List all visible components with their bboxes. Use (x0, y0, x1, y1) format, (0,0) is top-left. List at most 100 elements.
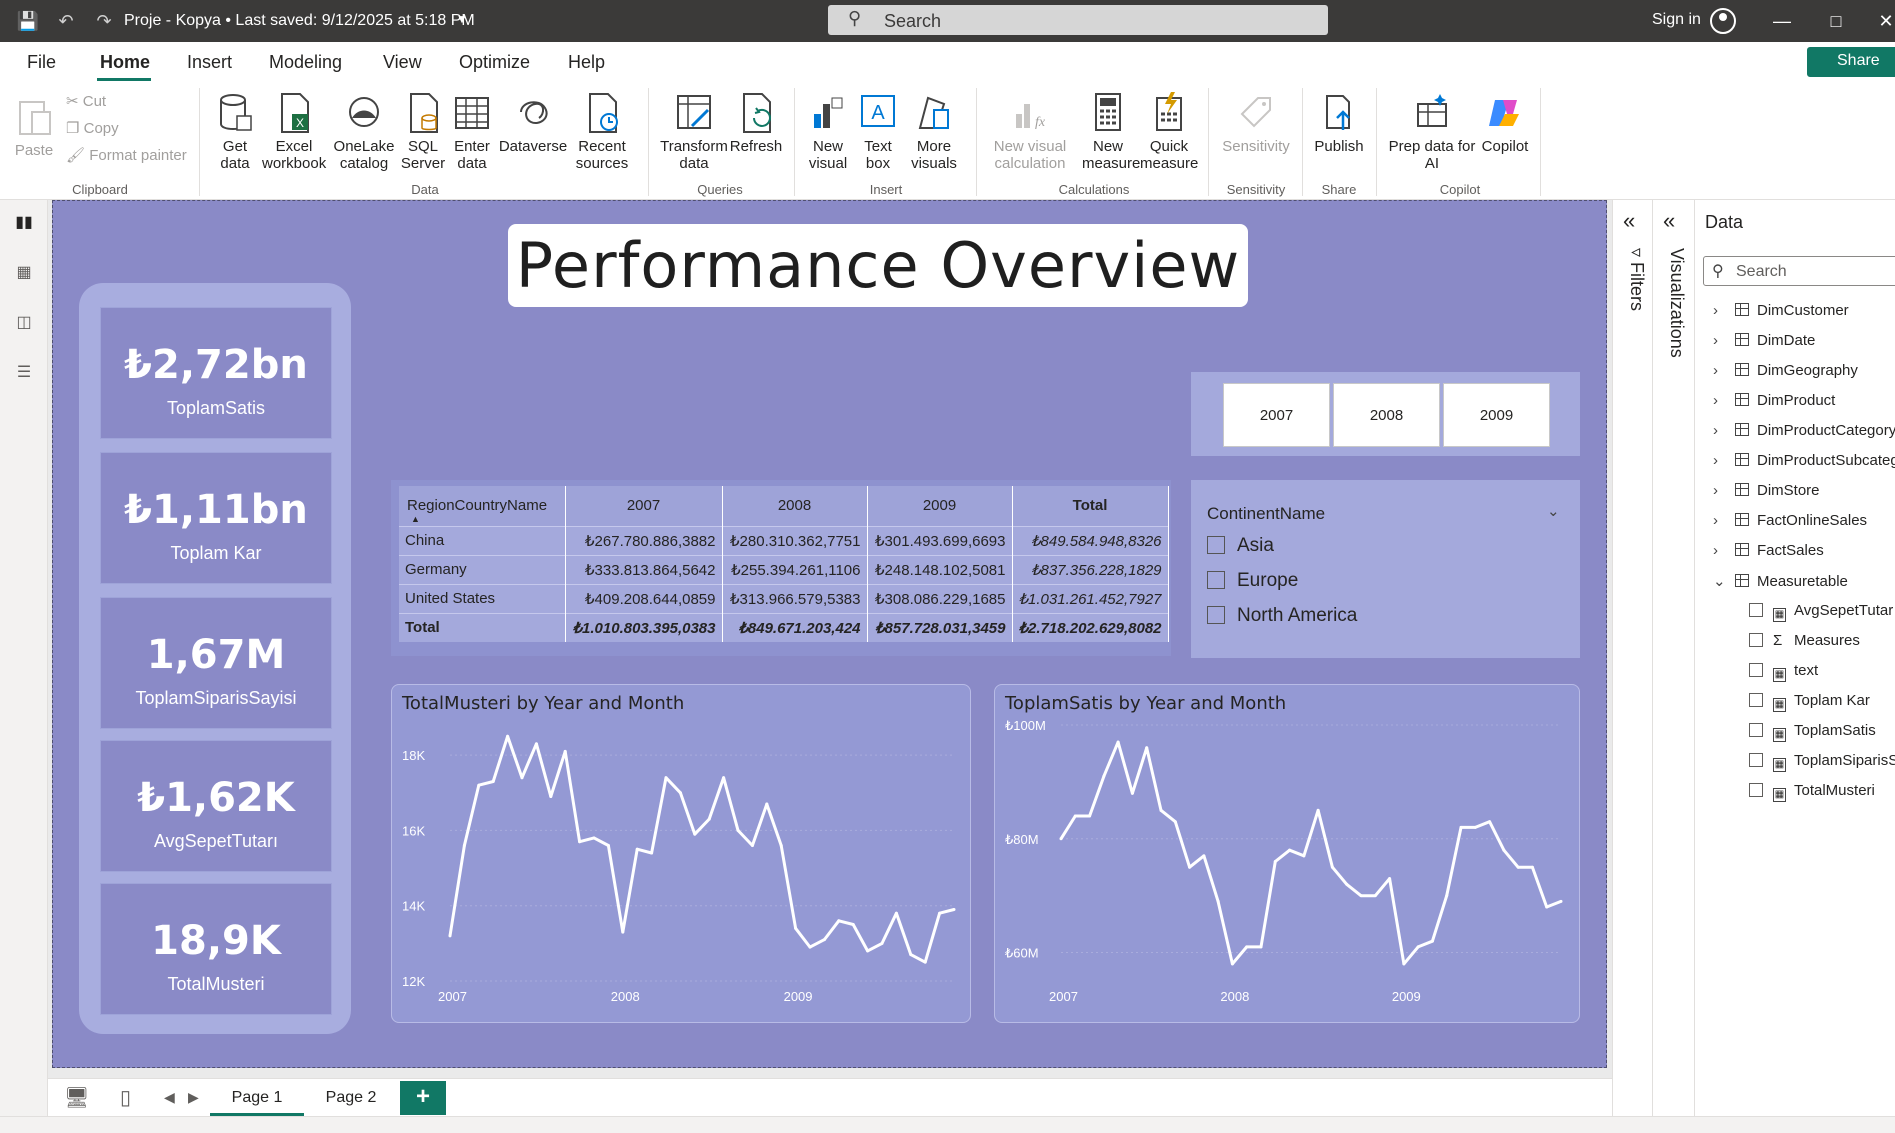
chevron-down-icon[interactable]: ▼ (456, 12, 468, 26)
data-point[interactable] (880, 941, 884, 945)
table-item-factonlinesales[interactable]: › FactOnlineSales (1713, 512, 1867, 529)
data-point[interactable] (1116, 740, 1120, 744)
mobile-layout-icon[interactable]: ▯ (120, 1085, 131, 1110)
data-point[interactable] (477, 783, 481, 787)
data-point[interactable] (765, 802, 769, 806)
data-point[interactable] (1259, 945, 1263, 949)
sign-in-link[interactable]: Sign in (1652, 11, 1701, 29)
tab-insert[interactable]: Insert (187, 52, 232, 73)
data-point[interactable] (1545, 905, 1549, 909)
table-item-dimproductcategory[interactable]: › DimProductCategory (1713, 422, 1895, 439)
transform-data-button[interactable]: Transform data (658, 92, 730, 172)
matrix-header-total[interactable]: Total (1012, 486, 1169, 526)
publish-button[interactable]: Publish (1310, 92, 1368, 155)
data-point[interactable] (750, 843, 754, 847)
redo-icon[interactable]: ↷ (92, 9, 116, 33)
continent-option-north-america[interactable]: North America (1207, 605, 1357, 627)
close-icon[interactable]: ✕ (1866, 8, 1895, 34)
data-point[interactable] (1145, 746, 1149, 750)
kpi-card-total-musteri[interactable]: 18,9K TotalMusteri (100, 883, 332, 1015)
data-point[interactable] (1173, 820, 1177, 824)
tab-home[interactable]: Home (100, 52, 150, 73)
kpi-card-avg-sepet[interactable]: ₺1,62K AvgSepetTutarı (100, 740, 332, 872)
table-item-dimproduct[interactable]: › DimProduct (1713, 392, 1835, 409)
checkbox[interactable] (1749, 633, 1763, 647)
data-point[interactable] (606, 843, 610, 847)
filters-pane[interactable]: « ▿ Filters (1612, 200, 1652, 1116)
data-point[interactable] (808, 945, 812, 949)
collapse-left-icon[interactable]: « (1623, 208, 1635, 234)
tab-help[interactable]: Help (568, 52, 605, 73)
data-point[interactable] (1316, 808, 1320, 812)
page-tab-2[interactable]: Page 2 (304, 1079, 398, 1117)
data-point[interactable] (794, 926, 798, 930)
kpi-card-toplam-satis[interactable]: ₺2,72bn ToplamSatis (100, 307, 332, 439)
region-matrix[interactable]: RegionCountryName ▲ 2007 2008 2009 Total … (391, 480, 1171, 656)
field-item-toplamsiparissayisi[interactable]: ▦ ToplamSiparisS (1749, 752, 1895, 772)
data-point[interactable] (1530, 865, 1534, 869)
undo-icon[interactable]: ↶ (54, 9, 78, 33)
data-point[interactable] (563, 749, 567, 753)
dax-query-view-icon[interactable]: ☰ (12, 362, 36, 386)
field-item-totalmusteri[interactable]: ▦ TotalMusteri (1749, 782, 1875, 802)
new-measure-button[interactable]: New measure (1082, 92, 1140, 172)
data-point[interactable] (722, 776, 726, 780)
field-item-toplam-kar[interactable]: ▦ Toplam Kar (1749, 692, 1870, 712)
data-search-input[interactable]: ⚲ Search (1703, 256, 1895, 286)
data-point[interactable] (1273, 860, 1277, 864)
data-point[interactable] (549, 795, 553, 799)
text-box-button[interactable]: A Text box (856, 92, 900, 172)
table-item-dimproductsubcategory[interactable]: › DimProductSubcateg (1713, 452, 1895, 469)
matrix-header-region[interactable]: RegionCountryName ▲ (399, 486, 566, 526)
checkbox[interactable] (1207, 606, 1225, 624)
data-point[interactable] (520, 776, 524, 780)
model-view-icon[interactable]: ◫ (12, 312, 36, 336)
data-point[interactable] (506, 734, 510, 738)
data-point[interactable] (1302, 854, 1306, 858)
previous-page-icon[interactable]: ◀ (164, 1089, 175, 1106)
data-point[interactable] (664, 776, 668, 780)
matrix-header-2008[interactable]: 2008 (722, 486, 868, 526)
report-title-box[interactable]: Performance Overview (508, 224, 1248, 307)
data-point[interactable] (1130, 791, 1134, 795)
data-point[interactable] (1073, 814, 1077, 818)
checkbox[interactable] (1749, 753, 1763, 767)
desktop-layout-icon[interactable]: 🖥 (64, 1085, 89, 1110)
year-button-2008[interactable]: 2008 (1333, 383, 1440, 447)
checkbox[interactable] (1207, 571, 1225, 589)
data-point[interactable] (534, 742, 538, 746)
collapse-left-icon[interactable]: « (1663, 208, 1675, 234)
data-point[interactable] (1459, 825, 1463, 829)
data-point[interactable] (1102, 774, 1106, 778)
data-point[interactable] (448, 934, 452, 938)
data-point[interactable] (1288, 848, 1292, 852)
data-point[interactable] (1559, 899, 1563, 903)
data-point[interactable] (923, 960, 927, 964)
table-view-icon[interactable]: ▦ (12, 262, 36, 286)
data-point[interactable] (678, 791, 682, 795)
minimize-icon[interactable]: — (1762, 8, 1802, 34)
onelake-catalog-button[interactable]: OneLake catalog (330, 92, 398, 172)
table-item-dimcustomer[interactable]: › DimCustomer (1713, 302, 1849, 319)
tab-modeling[interactable]: Modeling (269, 52, 342, 73)
chart-total-musteri[interactable]: TotalMusteri by Year and Month 12K 14K 16K… (391, 684, 971, 1023)
new-visual-button[interactable]: New visual (804, 92, 852, 172)
recent-sources-button[interactable]: Recent sources (568, 92, 636, 172)
data-point[interactable] (1245, 945, 1249, 949)
data-point[interactable] (635, 847, 639, 851)
format-painter-button[interactable]: 🖌 Format painter (66, 146, 187, 164)
table-item-measuretable[interactable]: ⌄ Measuretable (1713, 572, 1848, 590)
chevron-down-icon[interactable]: ⌄ (1547, 502, 1560, 520)
sensitivity-button[interactable]: Sensitivity (1216, 92, 1296, 155)
tab-file[interactable]: File (27, 52, 56, 73)
tab-optimize[interactable]: Optimize (459, 52, 530, 73)
data-point[interactable] (693, 832, 697, 836)
visualizations-pane[interactable]: « Visualizations (1652, 200, 1694, 1116)
tab-view[interactable]: View (383, 52, 422, 73)
add-page-button[interactable]: + (400, 1081, 446, 1115)
data-point[interactable] (1373, 894, 1377, 898)
data-point[interactable] (736, 828, 740, 832)
field-item-text[interactable]: ▦ text (1749, 662, 1818, 682)
data-point[interactable] (1473, 825, 1477, 829)
dataverse-button[interactable]: Dataverse (498, 92, 568, 155)
